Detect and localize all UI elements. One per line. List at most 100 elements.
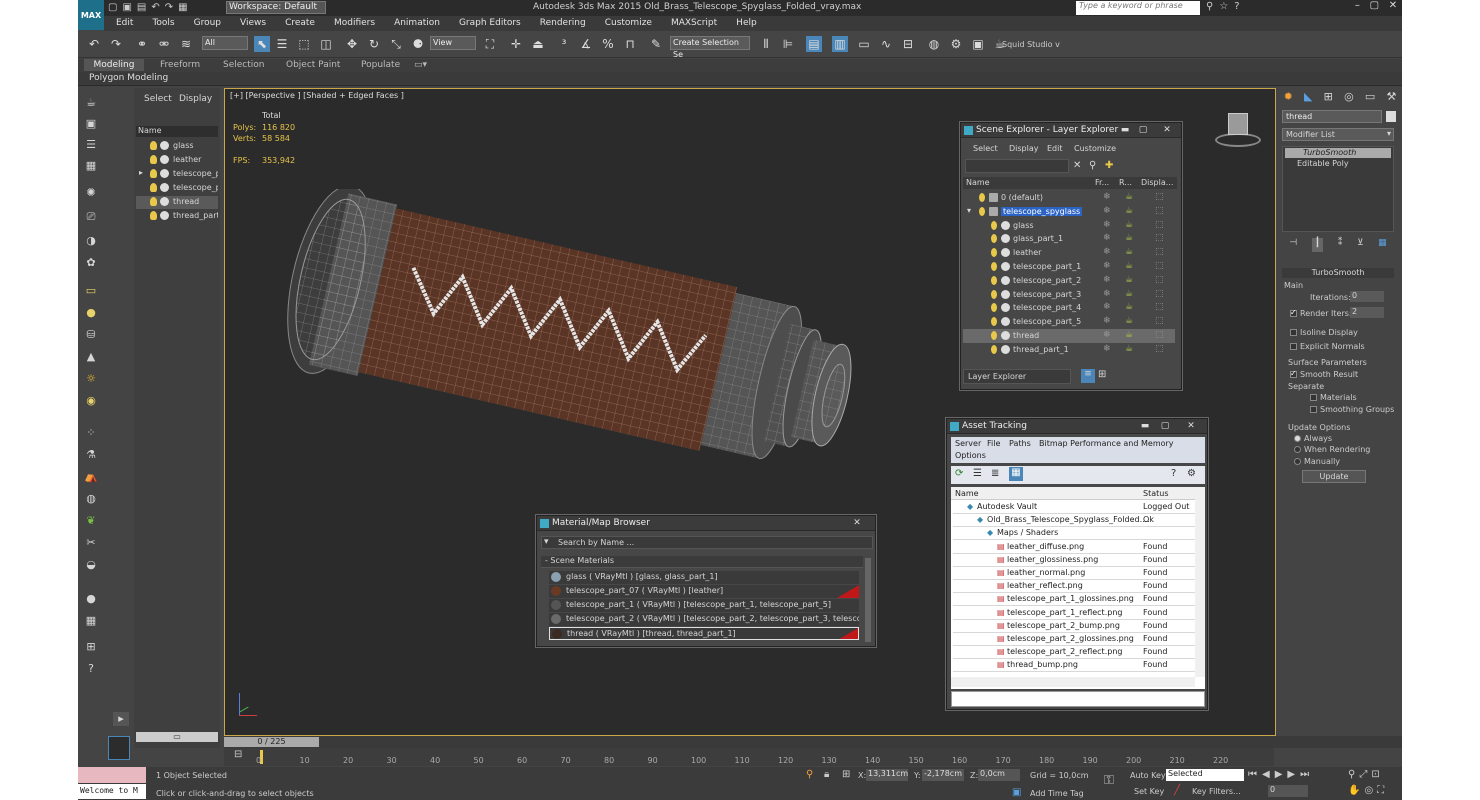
asset-tracking-maximize-button[interactable]: ▢ [1157,420,1173,432]
smooth-result-checkbox[interactable] [1290,369,1297,378]
maxscript-listener-mini[interactable] [78,767,146,783]
scene-materials-header[interactable]: - Scene Materials [541,556,863,568]
asset-scrollbar[interactable] [1195,487,1205,677]
pivot-center-icon[interactable]: ⛶ [482,36,498,52]
rendered-frame-window-icon[interactable]: ▣ [970,36,986,52]
camera-icon[interactable]: ⎚ [83,210,99,224]
freeze-icon[interactable]: ❄ [1103,302,1111,312]
workspace-dropdown[interactable]: Workspace: Default [226,1,326,14]
render-teapot-icon[interactable]: ☕ [1125,220,1133,230]
new-layer-icon[interactable]: ✚ [1105,160,1113,171]
toggle-layer-explorer-icon[interactable]: ▥ [832,36,848,52]
layer-row[interactable]: thread_part_1 ❄ ☕ ⬚ [963,343,1175,357]
search-input[interactable]: Type a keyword or phrase [1076,1,1200,15]
freeze-icon[interactable]: ❄ [1103,233,1111,243]
layer-view-icon[interactable]: ≡ [1081,369,1095,383]
materials-checkbox[interactable] [1310,394,1317,401]
scene-item[interactable]: ▸ telescope_pa... [136,168,218,181]
quick-access-icons[interactable]: ▢▣▤↶↷▦ [108,2,193,13]
shell-icon[interactable]: ◒ [83,558,99,572]
layer-row[interactable]: telescope_part_5 ❄ ☕ ⬚ [963,315,1175,329]
freeze-icon[interactable]: ❄ [1103,247,1111,257]
motion-tab-icon[interactable]: ◎ [1344,90,1354,106]
material-search-input[interactable]: ▾ Search by Name ... [541,536,873,549]
key-icon[interactable]: ⚿ [1104,773,1114,788]
cylinder-icon[interactable]: ⛁ [83,328,99,342]
reference-coordinate-dropdown[interactable]: View [430,36,476,50]
rect-selection-icon[interactable]: ⬚ [296,36,312,52]
freeze-icon[interactable]: ❄ [1103,206,1111,216]
visibility-bulb-icon[interactable] [991,262,997,271]
layer-row[interactable]: telescope_part_3 ❄ ☕ ⬚ [963,288,1175,302]
display-tab-icon[interactable]: ▭ [1365,90,1375,106]
visibility-bulb-icon[interactable] [150,183,157,192]
placement-icon[interactable]: ⚈ [410,36,426,52]
material-browser-close-button[interactable]: ✕ [849,517,865,529]
globe-icon[interactable]: ◍ [83,492,99,506]
grid-icon[interactable]: ▦ [83,159,99,173]
material-scrollbar[interactable] [865,558,871,642]
mirror-icon[interactable]: ⫴ [758,36,774,52]
toggle-scene-explorer-icon[interactable]: ▤ [806,36,822,52]
at-menu-options[interactable]: Options [955,451,986,460]
viewport-nav-icons[interactable]: ⚲⤢⊡ [1348,769,1384,780]
infocenter-icons[interactable]: ⚲☆? [1206,1,1246,12]
dynamics-icon[interactable]: ⛺ [83,470,99,484]
render-iters-checkbox[interactable] [1290,308,1297,317]
render-setup-icon[interactable]: ⚙ [948,36,964,52]
ribbon-options-icon[interactable]: ▭▾ [414,60,427,70]
smoothing-groups-checkbox[interactable] [1310,406,1317,413]
layer-explorer-minimize-button[interactable]: ▬ [1117,124,1133,136]
stack-turbosmooth[interactable]: TurboSmooth [1285,148,1391,158]
freeze-icon[interactable]: ❄ [1103,261,1111,271]
menu-edit[interactable]: Edit [104,16,140,31]
freeze-icon[interactable]: ❄ [1103,316,1111,326]
asset-row[interactable]: ◆ Maps / Shaders [953,527,1197,541]
visibility-bulb-icon[interactable] [991,220,997,230]
stack-editable-poly[interactable]: Editable Poly [1285,159,1391,169]
current-frame-field[interactable]: 0 [1268,785,1308,797]
create-tab-icon[interactable]: ✹ [1284,90,1293,106]
display-box-icon[interactable]: ⬚ [1155,192,1164,202]
link-icon[interactable]: ⚭ [134,36,150,52]
layer-row[interactable]: telescope_part_4 ❄ ☕ ⬚ [963,301,1175,315]
set-key-button[interactable]: Set Key [1134,787,1164,796]
align-icon[interactable]: ⊫ [780,36,796,52]
visibility-bulb-icon[interactable] [150,141,157,150]
layer-row[interactable]: thread ❄ ☕ ⬚ [963,329,1175,343]
viewcube[interactable] [1215,111,1261,147]
asset-row[interactable]: ◆ Autodesk Vault Logged Out [953,501,1197,514]
visibility-bulb-icon[interactable] [991,234,997,244]
scene-tab-display[interactable]: Display [179,94,212,104]
always-radio[interactable] [1294,435,1301,442]
snap-sphere-icon[interactable]: ● [83,592,99,606]
utilities-tab-icon[interactable]: ⚒ [1386,90,1396,106]
scene-tab-select[interactable]: Select [144,94,172,104]
sphere-icon[interactable]: ● [83,306,99,320]
scene-item[interactable]: glass [136,140,218,153]
maxscript-input[interactable]: Welcome to M [78,784,146,799]
layout-icon[interactable]: ▦ [83,614,99,628]
time-slider-handle[interactable]: 0 / 225 [224,737,319,747]
layer-row[interactable]: ▾ telescope_spyglass ❄ ☕ ⬚ [963,205,1175,219]
menu-rendering[interactable]: Rendering [528,16,593,31]
iterations-spinner[interactable]: 0 [1350,291,1384,302]
at-menu-bitmap[interactable]: Bitmap Performance and Memory [1039,439,1174,448]
render-teapot-icon[interactable]: ☕ [1125,330,1133,340]
visibility-bulb-icon[interactable] [991,289,997,299]
visibility-bulb-icon[interactable] [991,303,997,313]
teapot-icon[interactable]: ☕ [83,96,99,110]
maximize-button[interactable]: ▢ [1370,0,1379,15]
render-teapot-icon[interactable]: ☕ [1125,261,1133,271]
asset-row[interactable]: ◆ Old_Brass_Telescope_Spyglass_Folded....… [953,514,1197,528]
asset-tracking-titlebar[interactable]: Asset Tracking ▬ ▢ ✕ [947,419,1207,434]
asset-col-name[interactable]: Name [955,489,979,498]
asset-tracking-close-button[interactable]: ✕ [1183,420,1199,432]
spinner-snap-icon[interactable]: ⊓ [622,36,638,52]
render-teapot-icon[interactable]: ☕ [1125,233,1133,243]
material-item[interactable]: telescope_part_1 ( VRayMtl ) [telescope_… [549,599,859,612]
show-end-result-icon[interactable]: ┃ [1311,238,1324,252]
plant-icon[interactable]: ❦ [83,514,99,528]
freeze-icon[interactable]: ❄ [1103,344,1111,354]
visibility-bulb-icon[interactable] [991,317,997,327]
